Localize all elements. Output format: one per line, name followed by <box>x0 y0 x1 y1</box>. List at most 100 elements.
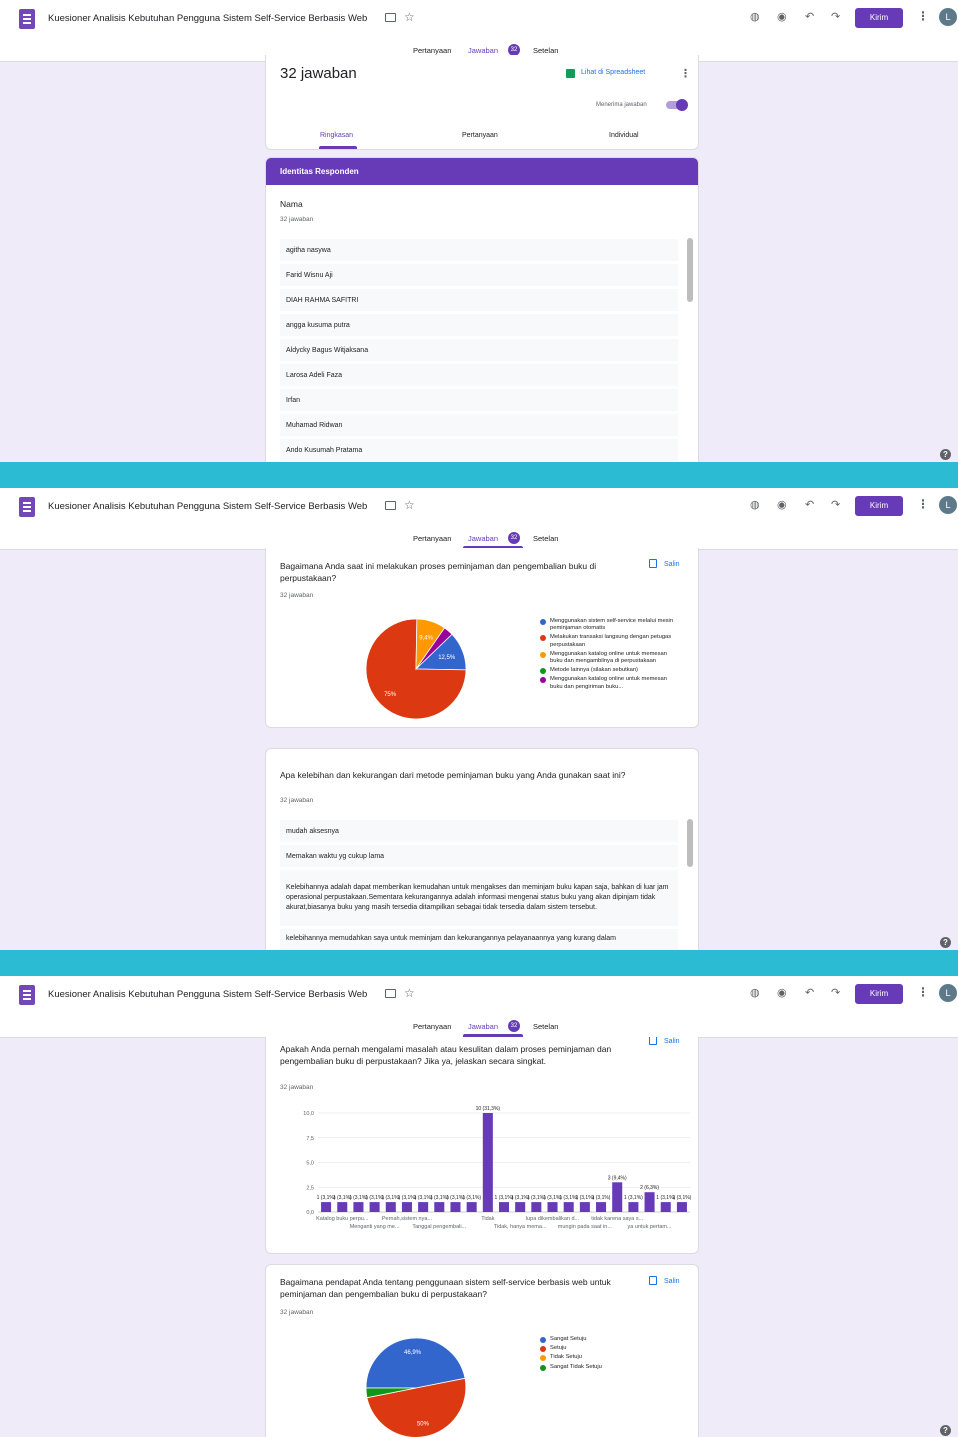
sheets-icon[interactable] <box>566 69 575 78</box>
document-title[interactable]: Kuesioner Analisis Kebutuhan Pengguna Si… <box>48 501 367 512</box>
section-header: Identitas Responden <box>266 158 698 185</box>
more-vert-icon[interactable]: ⋮ <box>917 497 929 511</box>
tab-questions[interactable]: Pertanyaan <box>413 46 451 55</box>
pie-chart-opinion: 46,9% 50% <box>365 1337 467 1437</box>
legend-swatch <box>540 1346 546 1353</box>
forms-logo-icon[interactable] <box>19 497 35 517</box>
send-button[interactable]: Kirim <box>855 8 903 28</box>
response-count: 32 jawaban <box>280 797 314 804</box>
tab-responses[interactable]: Jawaban <box>468 534 498 543</box>
palette-icon[interactable]: ◍ <box>750 498 760 512</box>
legend-item: Menggunakan sistem self-service melalui … <box>540 618 675 632</box>
accepting-responses-toggle[interactable] <box>666 99 688 111</box>
redo-icon[interactable]: ↷ <box>831 498 840 512</box>
subtab-summary[interactable]: Ringkasan <box>320 132 353 139</box>
star-icon[interactable]: ☆ <box>404 498 415 512</box>
copy-chart-button[interactable]: Salin <box>649 1037 680 1045</box>
copy-icon <box>649 1276 657 1285</box>
copy-icon <box>649 1037 657 1045</box>
response-list: agitha nasywa Farid Wisnu Aji DIAH RAHMA… <box>280 239 678 462</box>
undo-icon[interactable]: ↶ <box>805 498 814 512</box>
bar <box>579 1202 590 1212</box>
preview-eye-icon[interactable]: ◉ <box>777 10 787 24</box>
pie-slice-label: 50% <box>417 1421 430 1427</box>
bar <box>660 1202 671 1212</box>
redo-icon[interactable]: ↷ <box>831 10 840 24</box>
x-tick-label: Tanggal pengembali... <box>412 1224 466 1230</box>
palette-icon[interactable]: ◍ <box>750 10 760 24</box>
tab-responses[interactable]: Jawaban <box>468 1022 498 1031</box>
send-button[interactable]: Kirim <box>855 984 903 1004</box>
bar <box>612 1182 623 1212</box>
list-item: Ando Kusumah Pratama <box>280 439 678 461</box>
x-tick-label: tidak karena saya s... <box>591 1216 643 1222</box>
y-tick-label: 5,0 <box>306 1161 314 1167</box>
copy-chart-button[interactable]: Salin <box>649 559 680 568</box>
legend-swatch <box>540 1337 546 1343</box>
help-icon[interactable]: ? <box>940 1425 951 1436</box>
view-in-sheets-link[interactable]: Lihat di Spreadsheet <box>581 69 645 76</box>
star-icon[interactable]: ☆ <box>404 10 415 24</box>
list-item: agitha nasywa <box>280 239 678 261</box>
tab-questions[interactable]: Pertanyaan <box>413 1022 451 1031</box>
subtab-question[interactable]: Pertanyaan <box>462 132 498 139</box>
undo-icon[interactable]: ↶ <box>805 986 814 1000</box>
tab-questions[interactable]: Pertanyaan <box>413 534 451 543</box>
more-vert-icon[interactable]: ⋮ <box>917 985 929 999</box>
list-item: angga kusuma putra <box>280 314 678 336</box>
legend-swatch <box>540 619 546 625</box>
question-card-pros-cons: Apa kelebihan dan kekurangan dari metode… <box>265 748 699 950</box>
backdrop-stripe <box>0 462 958 488</box>
pie-slice-label: 9,4% <box>419 636 433 642</box>
tab-responses[interactable]: Jawaban <box>468 46 498 55</box>
document-title[interactable]: Kuesioner Analisis Kebutuhan Pengguna Si… <box>48 13 367 24</box>
star-icon[interactable]: ☆ <box>404 986 415 1000</box>
scrollbar[interactable] <box>687 238 693 302</box>
tab-settings[interactable]: Setelan <box>533 534 558 543</box>
bar <box>369 1202 380 1212</box>
folder-icon[interactable] <box>385 501 396 510</box>
summary-more-icon[interactable]: ⋮ <box>680 67 691 80</box>
copy-chart-button[interactable]: Salin <box>649 1276 680 1285</box>
subtab-individual[interactable]: Individual <box>609 132 639 139</box>
avatar[interactable]: L <box>939 984 957 1002</box>
legend-label: Menggunakan sistem self-service melalui … <box>550 618 674 632</box>
tab-settings[interactable]: Setelan <box>533 46 558 55</box>
preview-eye-icon[interactable]: ◉ <box>777 986 787 1000</box>
help-icon[interactable]: ? <box>940 449 951 460</box>
undo-icon[interactable]: ↶ <box>805 10 814 24</box>
legend-item: Metode lainnya (silakan sebutkan) <box>540 667 675 675</box>
tab-settings[interactable]: Setelan <box>533 1022 558 1031</box>
forms-logo-icon[interactable] <box>19 985 35 1005</box>
bar <box>434 1202 445 1212</box>
bar-data-label: 1 (3,1%) <box>624 1195 643 1201</box>
chart-legend-opinion: Sangat Setuju Setuju Tidak Setuju Sangat Ti… <box>540 1336 675 1373</box>
folder-icon[interactable] <box>385 13 396 22</box>
more-vert-icon[interactable]: ⋮ <box>917 9 929 23</box>
legend-item: Menggunakan katalog online untuk memesan… <box>540 651 675 665</box>
document-title[interactable]: Kuesioner Analisis Kebutuhan Pengguna Si… <box>48 989 367 1000</box>
list-item: Aldycky Bagus Witjaksana <box>280 339 678 361</box>
preview-eye-icon[interactable]: ◉ <box>777 498 787 512</box>
bar-data-label: 1 (3,1%) <box>672 1195 691 1201</box>
palette-icon[interactable]: ◍ <box>750 986 760 1000</box>
editor-tabs: Pertanyaan Jawaban 32 Setelan <box>0 1017 958 1037</box>
response-list: mudah aksesnya Memakan waktu yg cukup la… <box>280 820 678 950</box>
bar <box>596 1202 607 1212</box>
forms-logo-icon[interactable] <box>19 9 35 29</box>
legend-item: Setuju <box>540 1345 675 1353</box>
section-title: Identitas Responden <box>280 167 359 176</box>
send-button[interactable]: Kirim <box>855 496 903 516</box>
redo-icon[interactable]: ↷ <box>831 986 840 1000</box>
legend-label: Menggunakan katalog online untuk memesan… <box>550 676 667 690</box>
legend-label: Tidak Setuju <box>550 1354 583 1361</box>
scrollbar[interactable] <box>687 819 693 867</box>
folder-icon[interactable] <box>385 989 396 998</box>
avatar[interactable]: L <box>939 8 957 26</box>
avatar[interactable]: L <box>939 496 957 514</box>
help-icon[interactable]: ? <box>940 937 951 948</box>
question-card-problems: Apakah Anda pernah mengalami masalah ata… <box>265 1037 699 1254</box>
y-tick-label: 2,5 <box>306 1185 314 1191</box>
pie-slice <box>365 1337 466 1389</box>
editor-tabs: Pertanyaan Jawaban 32 Setelan <box>0 529 958 549</box>
